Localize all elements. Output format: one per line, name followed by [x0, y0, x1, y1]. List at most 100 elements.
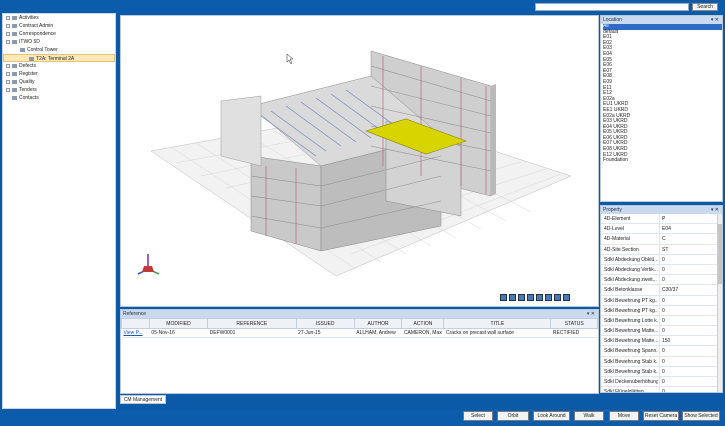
expand-icon[interactable] [6, 72, 10, 76]
render-mode-icon[interactable] [500, 294, 507, 301]
walk-button[interactable]: Walk [574, 411, 604, 421]
column-header[interactable]: STATUS [550, 318, 598, 329]
expand-icon[interactable] [6, 16, 10, 20]
table-cell: DEFW0001 [207, 328, 297, 338]
column-header[interactable]: ISSUED [295, 318, 355, 329]
property-row[interactable]: Sdkl Bewehrung Stab k... 0 [601, 366, 722, 377]
layers-icon[interactable] [518, 294, 525, 301]
tree-item[interactable]: Defects [3, 62, 115, 70]
print-icon[interactable] [545, 294, 552, 301]
move-button[interactable]: Move [609, 411, 639, 421]
expand-icon[interactable] [6, 40, 10, 44]
property-row[interactable]: 4D-Level E04 [601, 224, 722, 235]
tree-item[interactable]: Contract Admin [3, 22, 115, 30]
tree-item[interactable]: Correspondence [3, 30, 115, 38]
location-item[interactable]: Foundation [603, 158, 722, 164]
property-row[interactable]: 4D-Site Section ST [601, 244, 722, 255]
tree-item-label: Defects [19, 63, 36, 69]
expand-icon[interactable] [6, 24, 10, 28]
color-icon[interactable] [563, 294, 570, 301]
property-row[interactable]: Sdkl Deckenüberhöhung 0 [601, 377, 722, 388]
property-value: 0 [659, 377, 714, 387]
expand-icon[interactable] [6, 32, 10, 36]
property-row[interactable]: Sdkl Abdeckung zweit... 0 [601, 275, 722, 286]
search-button[interactable]: Search [692, 3, 718, 11]
expand-icon[interactable] [6, 64, 10, 68]
tree-item[interactable]: Contacts [3, 94, 115, 102]
settings-icon[interactable] [554, 294, 561, 301]
folder-icon [12, 80, 17, 84]
property-row[interactable]: Sdkl Bewehrung Spann... 0 [601, 346, 722, 357]
reference-title: Reference ▾ ✕ [121, 310, 598, 318]
property-value: 0 [659, 366, 714, 377]
model-viewport[interactable] [120, 15, 599, 307]
orbit-button[interactable]: Orbit [497, 411, 529, 421]
property-row[interactable]: Sdkl Betonklasse C30/37 [601, 285, 722, 296]
property-row[interactable]: Sdkl Abdeckung Vertik... 0 [601, 264, 722, 276]
expand-icon[interactable] [6, 88, 10, 92]
folder-icon [12, 96, 17, 100]
tree-item-label: Contacts [19, 95, 39, 101]
folder-icon [12, 72, 17, 76]
property-key: Sdkl Bewehrung PT kg... [604, 297, 658, 304]
property-value: 0 [659, 356, 714, 367]
tree-item[interactable]: Control Tower [3, 46, 115, 54]
folder-icon [12, 24, 17, 28]
property-key: Sdkl Bewehrung Stab k... [604, 368, 658, 375]
property-row[interactable]: Sdkl Flügelglätten 0 [601, 387, 722, 393]
globe-icon[interactable] [536, 294, 543, 301]
column-header[interactable]: TITLE [443, 318, 552, 329]
table-cell: ALLHAM, Andrew [354, 328, 402, 338]
folder-icon [12, 16, 17, 20]
look-around-button[interactable]: Look Around [533, 411, 570, 421]
column-header[interactable]: ACTION [401, 318, 445, 329]
tree-item[interactable]: ITWO 5D [3, 38, 115, 46]
property-row[interactable]: Sdkl Bewehrung PT kg... 0 [601, 295, 722, 306]
location-title: Location ▾ ✕ [601, 16, 722, 24]
property-row[interactable]: 4D-Element P [601, 214, 722, 225]
column-header[interactable] [121, 318, 150, 329]
tree-item-label: Control Tower [27, 47, 58, 53]
folder-icon [12, 88, 17, 92]
pin-icon[interactable]: ▾ ✕ [711, 16, 719, 24]
property-title: Property ▾ ✕ [601, 206, 722, 214]
expand-icon[interactable] [6, 80, 10, 84]
reset-camera-button[interactable]: Reset Camera [643, 411, 679, 421]
camera-icon[interactable] [509, 294, 516, 301]
property-scrollbar[interactable] [717, 214, 722, 392]
table-row[interactable]: View P... 05-Nov-16 DEFW0001 27-Jun-15 ALLHA… [121, 328, 598, 338]
tab-cm-management[interactable]: CM Management [120, 395, 166, 404]
property-row[interactable]: Sdkl Bewehrung PT kg... 0 [601, 305, 722, 316]
section-icon[interactable] [527, 294, 534, 301]
pin-icon[interactable]: ▾ ✕ [711, 206, 719, 214]
select-button[interactable]: Select [463, 411, 493, 421]
tree-item[interactable]: Quality [3, 78, 115, 86]
property-key: Sdkl Abdeckung Vertik... [604, 266, 658, 273]
view-link[interactable]: View P... [121, 328, 150, 338]
tree-item[interactable]: Tenders [3, 86, 115, 94]
column-header[interactable]: MODIFIED [148, 318, 209, 329]
property-row[interactable]: 4D-Material C [601, 234, 722, 245]
column-header[interactable]: REFERENCE [207, 318, 297, 329]
table-cell: 05-Nov-16 [149, 328, 208, 338]
column-header[interactable]: AUTHOR [353, 318, 403, 329]
tree-item[interactable]: Register [3, 70, 115, 78]
property-key: Sdkl Bewehrung Spann... [604, 348, 658, 355]
tree-item[interactable]: Activities [3, 14, 115, 22]
pin-icon[interactable]: ▾ ✕ [587, 310, 595, 318]
property-row[interactable]: Sdkl Bewehrung Stab k... 0 [601, 356, 722, 367]
search-input[interactable] [535, 3, 689, 11]
reference-panel: Reference ▾ ✕ MODIFIED REFERENCE ISSUED AUTH… [120, 309, 599, 394]
property-row[interactable]: Sdkl Bewehrung Matte... 0 [601, 326, 722, 337]
show-selected-button[interactable]: Show Selected [682, 411, 720, 421]
property-key: Sdkl Flügelglätten [604, 389, 644, 393]
location-list: All default E01 E02 E03 E04 E05 E06 E07 E08 E09 E11… [601, 23, 722, 164]
property-value: ST [659, 244, 714, 255]
folder-icon [12, 40, 17, 44]
property-key: Sdkl Abdeckung zweit... [604, 277, 657, 284]
tree-item[interactable]: T2A: Terminal 2A [3, 54, 115, 62]
property-key: 4D-Material [604, 236, 630, 243]
property-row[interactable]: Sdkl Bewehrung Matte... 150 [601, 336, 722, 347]
property-row[interactable]: Sdkl Abdeckung Obklü... 0 [601, 254, 722, 265]
property-row[interactable]: Sdkl Bewehrung Lotte k... 0 [601, 315, 722, 327]
